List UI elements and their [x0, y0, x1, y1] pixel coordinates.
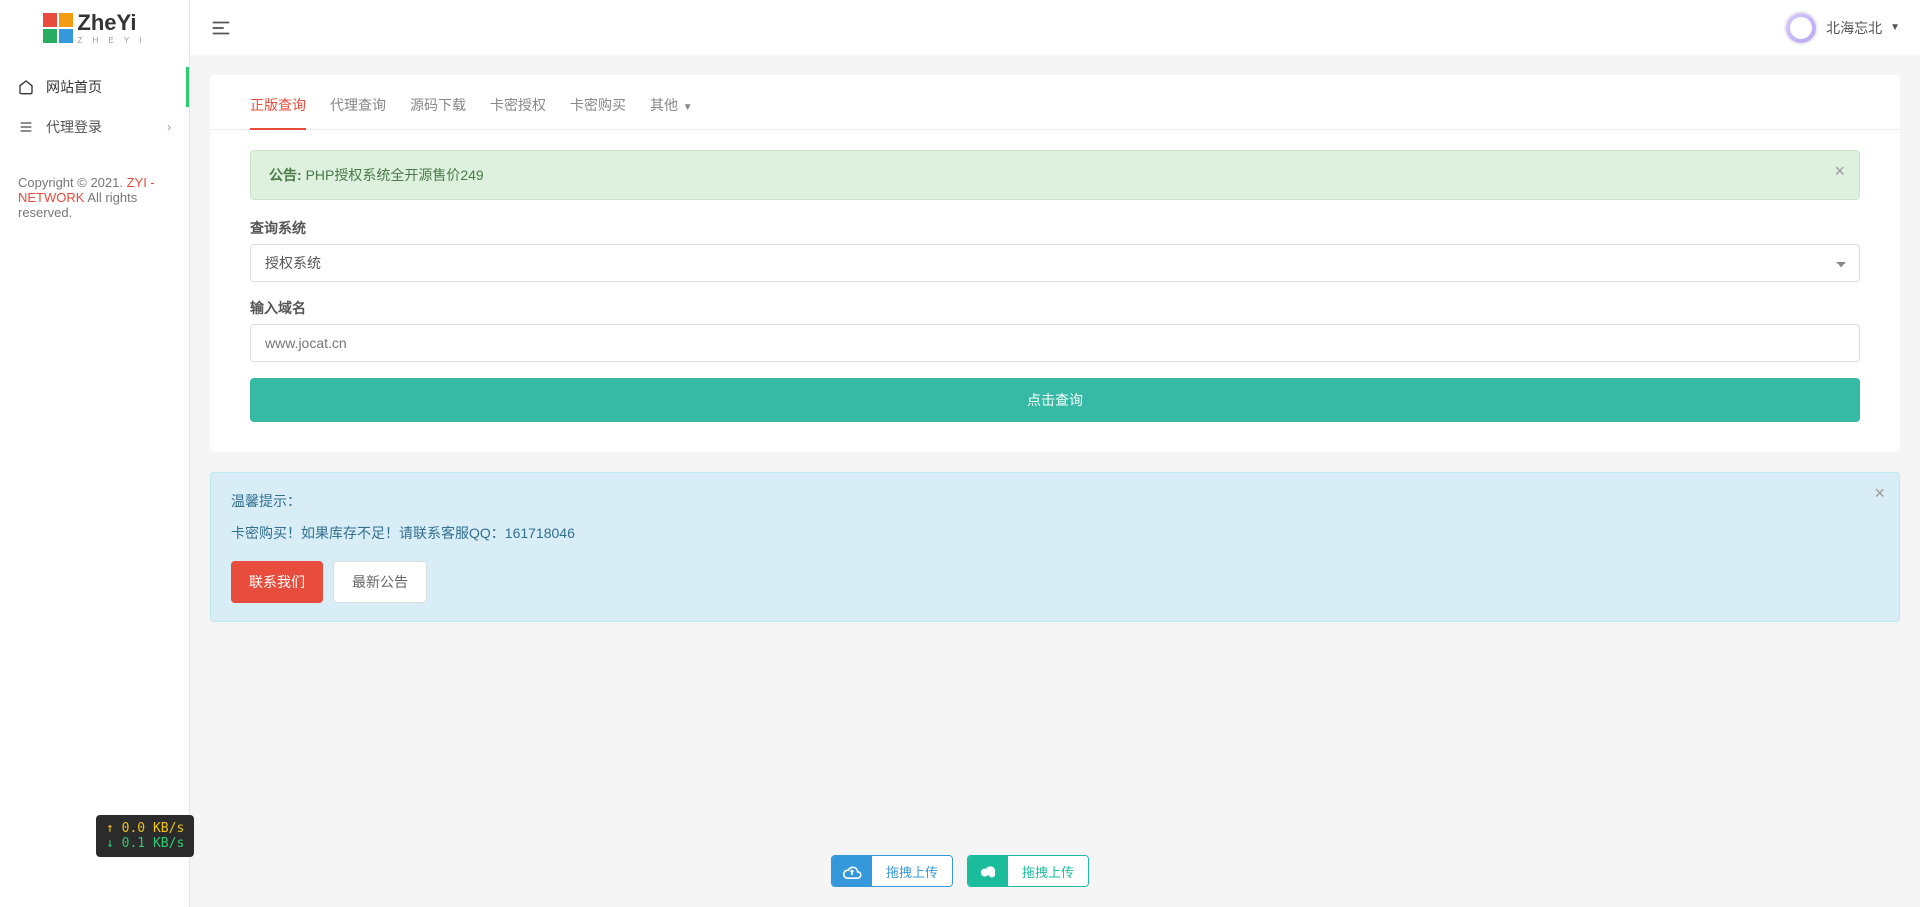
- cloud-icon: [968, 856, 1008, 886]
- upload-label: 拖拽上传: [1008, 856, 1088, 886]
- network-speed-widget: ↑ 0.0 KB/s ↓ 0.1 KB/s: [96, 815, 194, 857]
- domain-input[interactable]: [250, 324, 1860, 362]
- sidebar-item-agent-login[interactable]: 代理登录 ›: [0, 107, 189, 147]
- copyright-prefix: Copyright © 2021.: [18, 175, 127, 190]
- notice-text: PHP授权系统全开源售价249: [306, 167, 484, 183]
- drag-upload-button-1[interactable]: 拖拽上传: [831, 855, 953, 887]
- user-menu[interactable]: 北海忘北 ▼: [1784, 11, 1900, 45]
- news-button[interactable]: 最新公告: [333, 561, 427, 603]
- logo-text: ZheYi: [77, 10, 136, 35]
- home-icon: [18, 79, 36, 95]
- tip-title: 温馨提示：: [231, 491, 1879, 511]
- system-label: 查询系统: [250, 218, 1860, 238]
- system-select[interactable]: 授权系统: [250, 244, 1860, 282]
- tab-card-buy[interactable]: 卡密购买: [570, 95, 626, 129]
- sidebar-item-label: 网站首页: [46, 77, 102, 97]
- tab-other[interactable]: 其他 ▼: [650, 95, 693, 129]
- download-speed: 0.1 KB/s: [122, 836, 185, 851]
- upload-label: 拖拽上传: [872, 856, 952, 886]
- logo-subtext: Z H E Y I: [77, 36, 145, 45]
- logo[interactable]: ZheYi Z H E Y I: [0, 0, 189, 55]
- topbar: 北海忘北 ▼: [190, 0, 1920, 55]
- sidebar: ZheYi Z H E Y I 网站首页 代理登录 › Copyrigh: [0, 0, 190, 907]
- cloud-upload-icon: [832, 856, 872, 886]
- user-name: 北海忘北: [1826, 18, 1882, 38]
- tip-panel: × 温馨提示： 卡密购买！如果库存不足！请联系客服QQ：161718046 联系…: [210, 472, 1900, 622]
- sidebar-item-home[interactable]: 网站首页: [0, 67, 189, 107]
- logo-icon: [43, 13, 73, 43]
- domain-label: 输入域名: [250, 298, 1860, 318]
- upload-speed: 0.0 KB/s: [122, 821, 185, 836]
- tip-body: 卡密购买！如果库存不足！请联系客服QQ：161718046: [231, 523, 1879, 543]
- query-card: 正版查询 代理查询 源码下载 卡密授权 卡密购买 其他 ▼ 公告: PHP授权系…: [210, 75, 1900, 452]
- sidebar-item-label: 代理登录: [46, 117, 102, 137]
- tab-source-download[interactable]: 源码下载: [410, 95, 466, 129]
- caret-down-icon: ▼: [1890, 22, 1900, 33]
- chevron-right-icon: ›: [167, 120, 171, 134]
- caret-down-icon: ▼: [680, 102, 693, 113]
- menu-toggle-button[interactable]: [210, 17, 232, 39]
- notice-prefix: 公告:: [269, 167, 306, 183]
- tab-card-auth[interactable]: 卡密授权: [490, 95, 546, 129]
- drag-upload-button-2[interactable]: 拖拽上传: [967, 855, 1089, 887]
- tab-genuine-query[interactable]: 正版查询: [250, 95, 306, 129]
- notice-alert: 公告: PHP授权系统全开源售价249 ×: [250, 150, 1860, 200]
- close-icon[interactable]: ×: [1874, 483, 1885, 504]
- tabs: 正版查询 代理查询 源码下载 卡密授权 卡密购买 其他 ▼: [210, 75, 1900, 130]
- download-arrow-icon: ↓: [106, 836, 122, 851]
- sidebar-footer: Copyright © 2021. ZYI - NETWORK All righ…: [0, 157, 189, 238]
- query-button[interactable]: 点击查询: [250, 378, 1860, 422]
- upload-arrow-icon: ↑: [106, 821, 122, 836]
- upload-widgets: 拖拽上传 拖拽上传: [831, 855, 1089, 887]
- sidebar-nav: 网站首页 代理登录 ›: [0, 55, 189, 147]
- close-icon[interactable]: ×: [1834, 161, 1845, 182]
- avatar: [1784, 11, 1818, 45]
- list-icon: [18, 119, 36, 135]
- contact-button[interactable]: 联系我们: [231, 561, 323, 603]
- tab-agent-query[interactable]: 代理查询: [330, 95, 386, 129]
